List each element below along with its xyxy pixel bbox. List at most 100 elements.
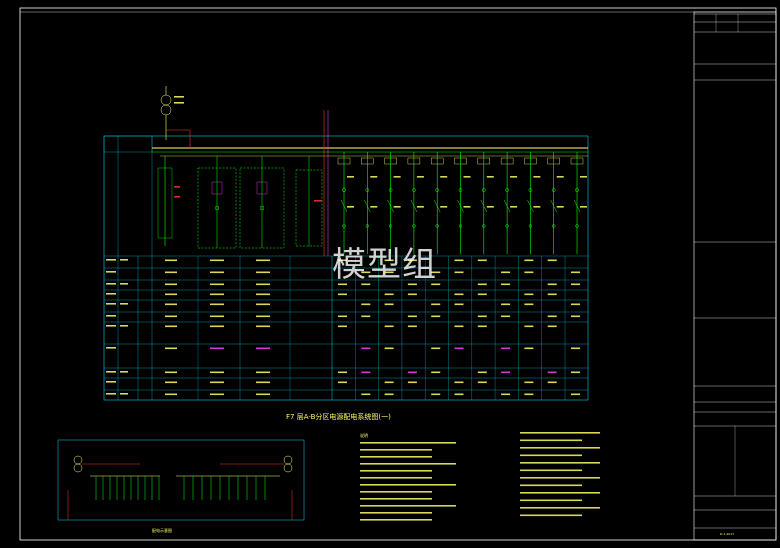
cell-value-mark (210, 325, 224, 328)
cell-value-mark (384, 325, 394, 328)
note-line-mark (520, 499, 582, 502)
cell-value-mark (256, 393, 270, 396)
feeder-rating-mark (510, 206, 518, 208)
cell-value-mark (524, 259, 534, 262)
row-label-mark (106, 283, 116, 285)
cell-value-mark (547, 371, 557, 374)
feeder-rating-mark (416, 176, 424, 178)
cell-value-mark (454, 293, 464, 296)
cell-value-mark (210, 259, 224, 262)
cell-value-mark (547, 293, 557, 296)
cell-value-mark (210, 293, 224, 296)
cell-value-mark (501, 271, 511, 274)
cell-value-mark (384, 393, 394, 396)
cell-value-mark (210, 271, 224, 274)
feeder-rating-mark (347, 176, 354, 178)
cell-value-mark (477, 315, 487, 318)
cell-value-mark (338, 293, 347, 296)
cell-value-mark (384, 381, 394, 384)
inset-transformer (73, 455, 83, 465)
row-label-mark (106, 347, 116, 349)
feeder-rating-mark (533, 176, 541, 178)
cell-value-mark (361, 315, 371, 318)
note-line-mark (360, 512, 432, 514)
cell-value-mark (165, 325, 177, 328)
row-value-mark (120, 303, 128, 305)
note-line-mark (520, 469, 582, 472)
cell-value-mark (524, 347, 534, 350)
cell-value-mark (571, 371, 580, 374)
drawing-title: F7 层A-B分区电源配电系统图(一) (286, 413, 391, 421)
row-label-mark (106, 293, 116, 295)
cell-value-mark (571, 271, 580, 274)
cell-value-mark (454, 347, 464, 350)
cell-value-mark (454, 325, 464, 328)
inset-distribution-diagram (57, 439, 305, 521)
cell-value-mark (477, 293, 487, 296)
cell-value-mark (547, 259, 557, 262)
cell-value-mark (477, 325, 487, 328)
cell-value-mark (407, 371, 417, 374)
cell-value-mark (256, 371, 270, 374)
cell-value-mark (256, 259, 270, 262)
feeder-rating-mark (580, 176, 587, 178)
watermark-text: 模型组 (332, 245, 437, 285)
cell-value-mark (210, 347, 224, 350)
cell-value-mark (165, 271, 177, 274)
cell-value-mark (501, 371, 511, 374)
note-line-mark (520, 484, 582, 487)
row-value-mark (120, 393, 128, 395)
incoming-info-box (103, 135, 153, 153)
feeder-rating-mark (486, 176, 494, 178)
cell-value-mark (547, 381, 557, 384)
note-line-mark (520, 492, 600, 494)
feeder-rating-mark (486, 206, 494, 208)
cell-value-mark (361, 371, 371, 374)
cell-value-mark (524, 303, 534, 306)
cell-value-mark (477, 283, 487, 286)
cell-value-mark (547, 325, 557, 328)
note-line-mark (520, 447, 600, 449)
transformer-winding (160, 94, 172, 106)
note-line-mark (360, 519, 432, 521)
row-value-mark (120, 259, 128, 261)
row-label-mark (106, 303, 116, 305)
cell-value-mark (165, 393, 177, 396)
row-value-mark (120, 283, 128, 285)
cell-value-mark (571, 393, 580, 396)
cell-value-mark (407, 315, 417, 318)
cell-value-mark (361, 347, 371, 350)
cell-value-mark (210, 303, 224, 306)
note-line-mark (360, 463, 456, 465)
inset-transformer (283, 463, 293, 473)
cell-value-mark (210, 371, 224, 374)
note-line-mark (360, 498, 432, 500)
cell-value-mark (524, 271, 534, 274)
feeder-rating-mark (510, 176, 518, 178)
cell-value-mark (256, 347, 270, 350)
cell-value-mark (454, 393, 464, 396)
cell-value-mark (407, 325, 417, 328)
cell-value-mark (571, 283, 580, 286)
cell-value-mark (165, 381, 177, 384)
cell-value-mark (384, 293, 394, 296)
note-line-mark (520, 507, 600, 509)
transformer-rating-mark (174, 96, 184, 98)
feeder-rating-mark (370, 206, 378, 208)
cell-value-mark (361, 393, 371, 396)
note-line-mark (520, 439, 582, 442)
row-label-mark (106, 259, 116, 261)
cell-value-mark (454, 259, 464, 262)
note-line-mark (360, 470, 432, 472)
feeder-rating-mark (463, 176, 471, 178)
cell-value-mark (547, 283, 557, 286)
feeder-rating-mark (533, 206, 541, 208)
title-block (693, 11, 777, 541)
cell-value-mark (571, 303, 580, 306)
cell-value-mark (454, 381, 464, 384)
cell-value-mark (524, 381, 534, 384)
cell-value-mark (524, 293, 534, 296)
feeder-rating-mark (463, 206, 471, 208)
cell-value-mark (338, 381, 347, 384)
note-line-mark (360, 456, 432, 458)
